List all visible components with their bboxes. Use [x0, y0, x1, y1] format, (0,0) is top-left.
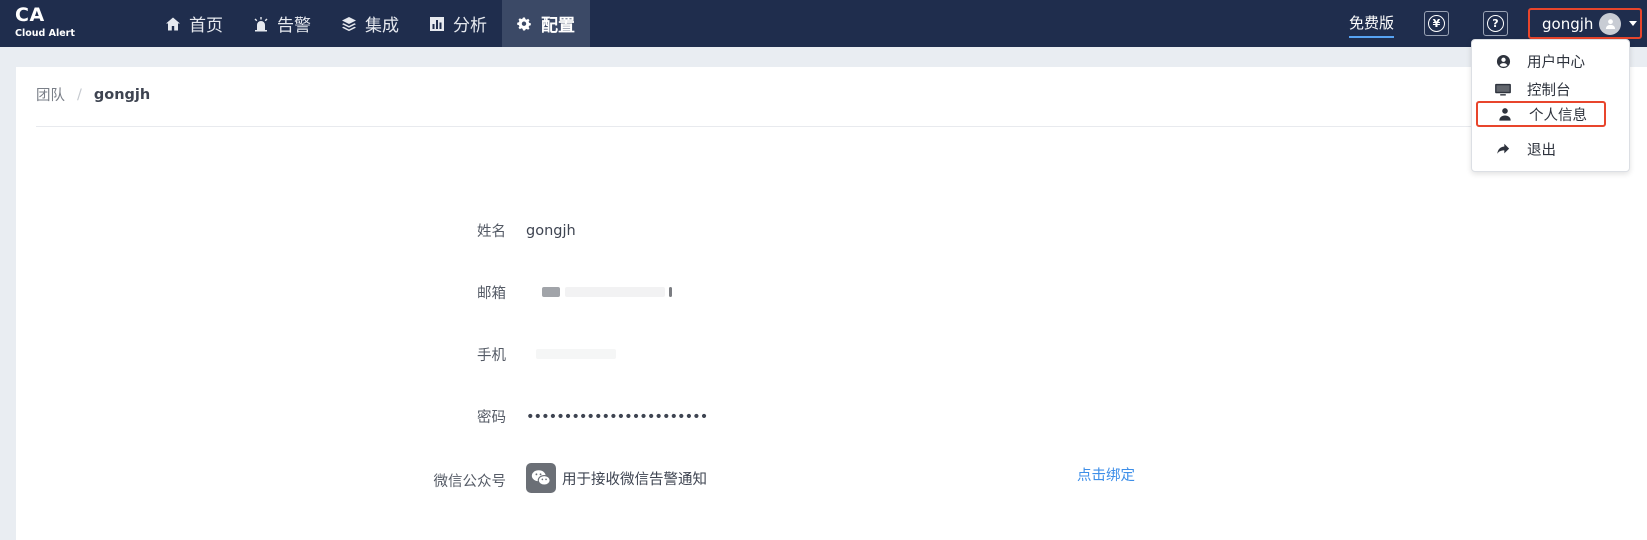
alarm-icon	[254, 16, 268, 31]
nav-item-label: 分析	[453, 16, 487, 36]
menu-item-label: 用户中心	[1527, 54, 1585, 71]
menu-item-label: 控制台	[1527, 82, 1571, 99]
menu-item-profile[interactable]: 个人信息	[1476, 101, 1606, 127]
user-circle-icon	[1494, 53, 1512, 69]
nav-item-label: 集成	[365, 16, 399, 36]
logo[interactable]: CA Cloud Alert	[15, 6, 75, 39]
user-icon	[1496, 106, 1514, 122]
nav-item-home[interactable]: 首页	[150, 0, 238, 47]
password-label: 密码	[477, 410, 506, 426]
plan-badge[interactable]: 免费版	[1349, 12, 1395, 38]
email-label: 邮箱	[477, 286, 506, 302]
gears-icon	[517, 17, 531, 30]
main-nav: 首页 告警 集成 分析 配置	[150, 0, 590, 47]
profile-row-email: 邮箱	[16, 282, 673, 303]
avatar-user-icon	[1605, 19, 1615, 29]
breadcrumb-team-link[interactable]: 团队	[36, 84, 65, 105]
profile-row-password: 密码 ••••••••••••••••••••••••	[16, 406, 708, 427]
home-icon	[166, 17, 180, 30]
help-icon: ?	[1487, 15, 1504, 32]
wechat-label: 微信公众号	[433, 473, 507, 490]
billing-button[interactable]: ¥	[1424, 11, 1449, 36]
nav-item-alerts[interactable]: 告警	[238, 0, 326, 47]
breadcrumb-current: gongjh	[93, 86, 151, 103]
monitor-icon	[1494, 81, 1512, 97]
nav-item-integrations[interactable]: 集成	[326, 0, 414, 47]
profile-row-phone: 手机	[16, 344, 616, 365]
password-value: ••••••••••••••••••••••••	[526, 408, 708, 425]
menu-item-label: 个人信息	[1529, 107, 1587, 124]
breadcrumb: 团队 / gongjh	[36, 84, 150, 105]
share-arrow-icon	[1494, 141, 1512, 157]
menu-item-label: 退出	[1527, 142, 1556, 159]
user-dropdown-menu: 用户中心 控制台 个人信息 退出	[1471, 39, 1630, 172]
nav-item-analytics[interactable]: 分析	[414, 0, 502, 47]
chevron-down-icon	[1629, 21, 1638, 26]
nav-item-settings[interactable]: 配置	[502, 0, 590, 47]
header-divider	[36, 126, 1616, 127]
user-menu-button[interactable]: gongjh	[1528, 8, 1642, 39]
avatar	[1599, 12, 1622, 35]
nav-item-label: 告警	[277, 16, 311, 36]
yen-icon: ¥	[1428, 15, 1445, 32]
logo-subtitle: Cloud Alert	[15, 28, 75, 39]
menu-item-user-center[interactable]: 用户中心	[1472, 48, 1631, 74]
nav-item-label: 首页	[189, 16, 223, 36]
layers-icon	[342, 16, 356, 31]
breadcrumb-separator: /	[77, 86, 82, 103]
name-label: 姓名	[477, 224, 506, 240]
menu-item-logout[interactable]: 退出	[1472, 136, 1631, 162]
menu-item-console[interactable]: 控制台	[1472, 76, 1631, 102]
phone-label: 手机	[477, 348, 506, 364]
email-value-redacted	[526, 285, 673, 301]
wechat-bind-link[interactable]: 点击绑定	[1077, 464, 1135, 485]
top-navbar: CA Cloud Alert 首页 告警 集成 分析 配置 免费版 ¥ ? go…	[0, 0, 1647, 47]
wechat-icon	[526, 463, 556, 493]
profile-row-wechat: 微信公众号 用于接收微信告警通知	[16, 463, 707, 493]
logo-title: CA	[15, 4, 45, 26]
username-label: gongjh	[1542, 14, 1594, 33]
wechat-description: 用于接收微信告警通知	[562, 471, 707, 488]
phone-value-redacted	[526, 347, 616, 363]
name-value: gongjh	[526, 222, 576, 239]
nav-item-label: 配置	[541, 16, 575, 36]
profile-row-name: 姓名 gongjh	[16, 220, 576, 241]
bar-chart-icon	[430, 16, 444, 31]
help-button[interactable]: ?	[1483, 11, 1508, 36]
content-panel: 团队 / gongjh 姓名 gongjh 邮箱 手机 密码 •••••••••…	[16, 67, 1647, 540]
